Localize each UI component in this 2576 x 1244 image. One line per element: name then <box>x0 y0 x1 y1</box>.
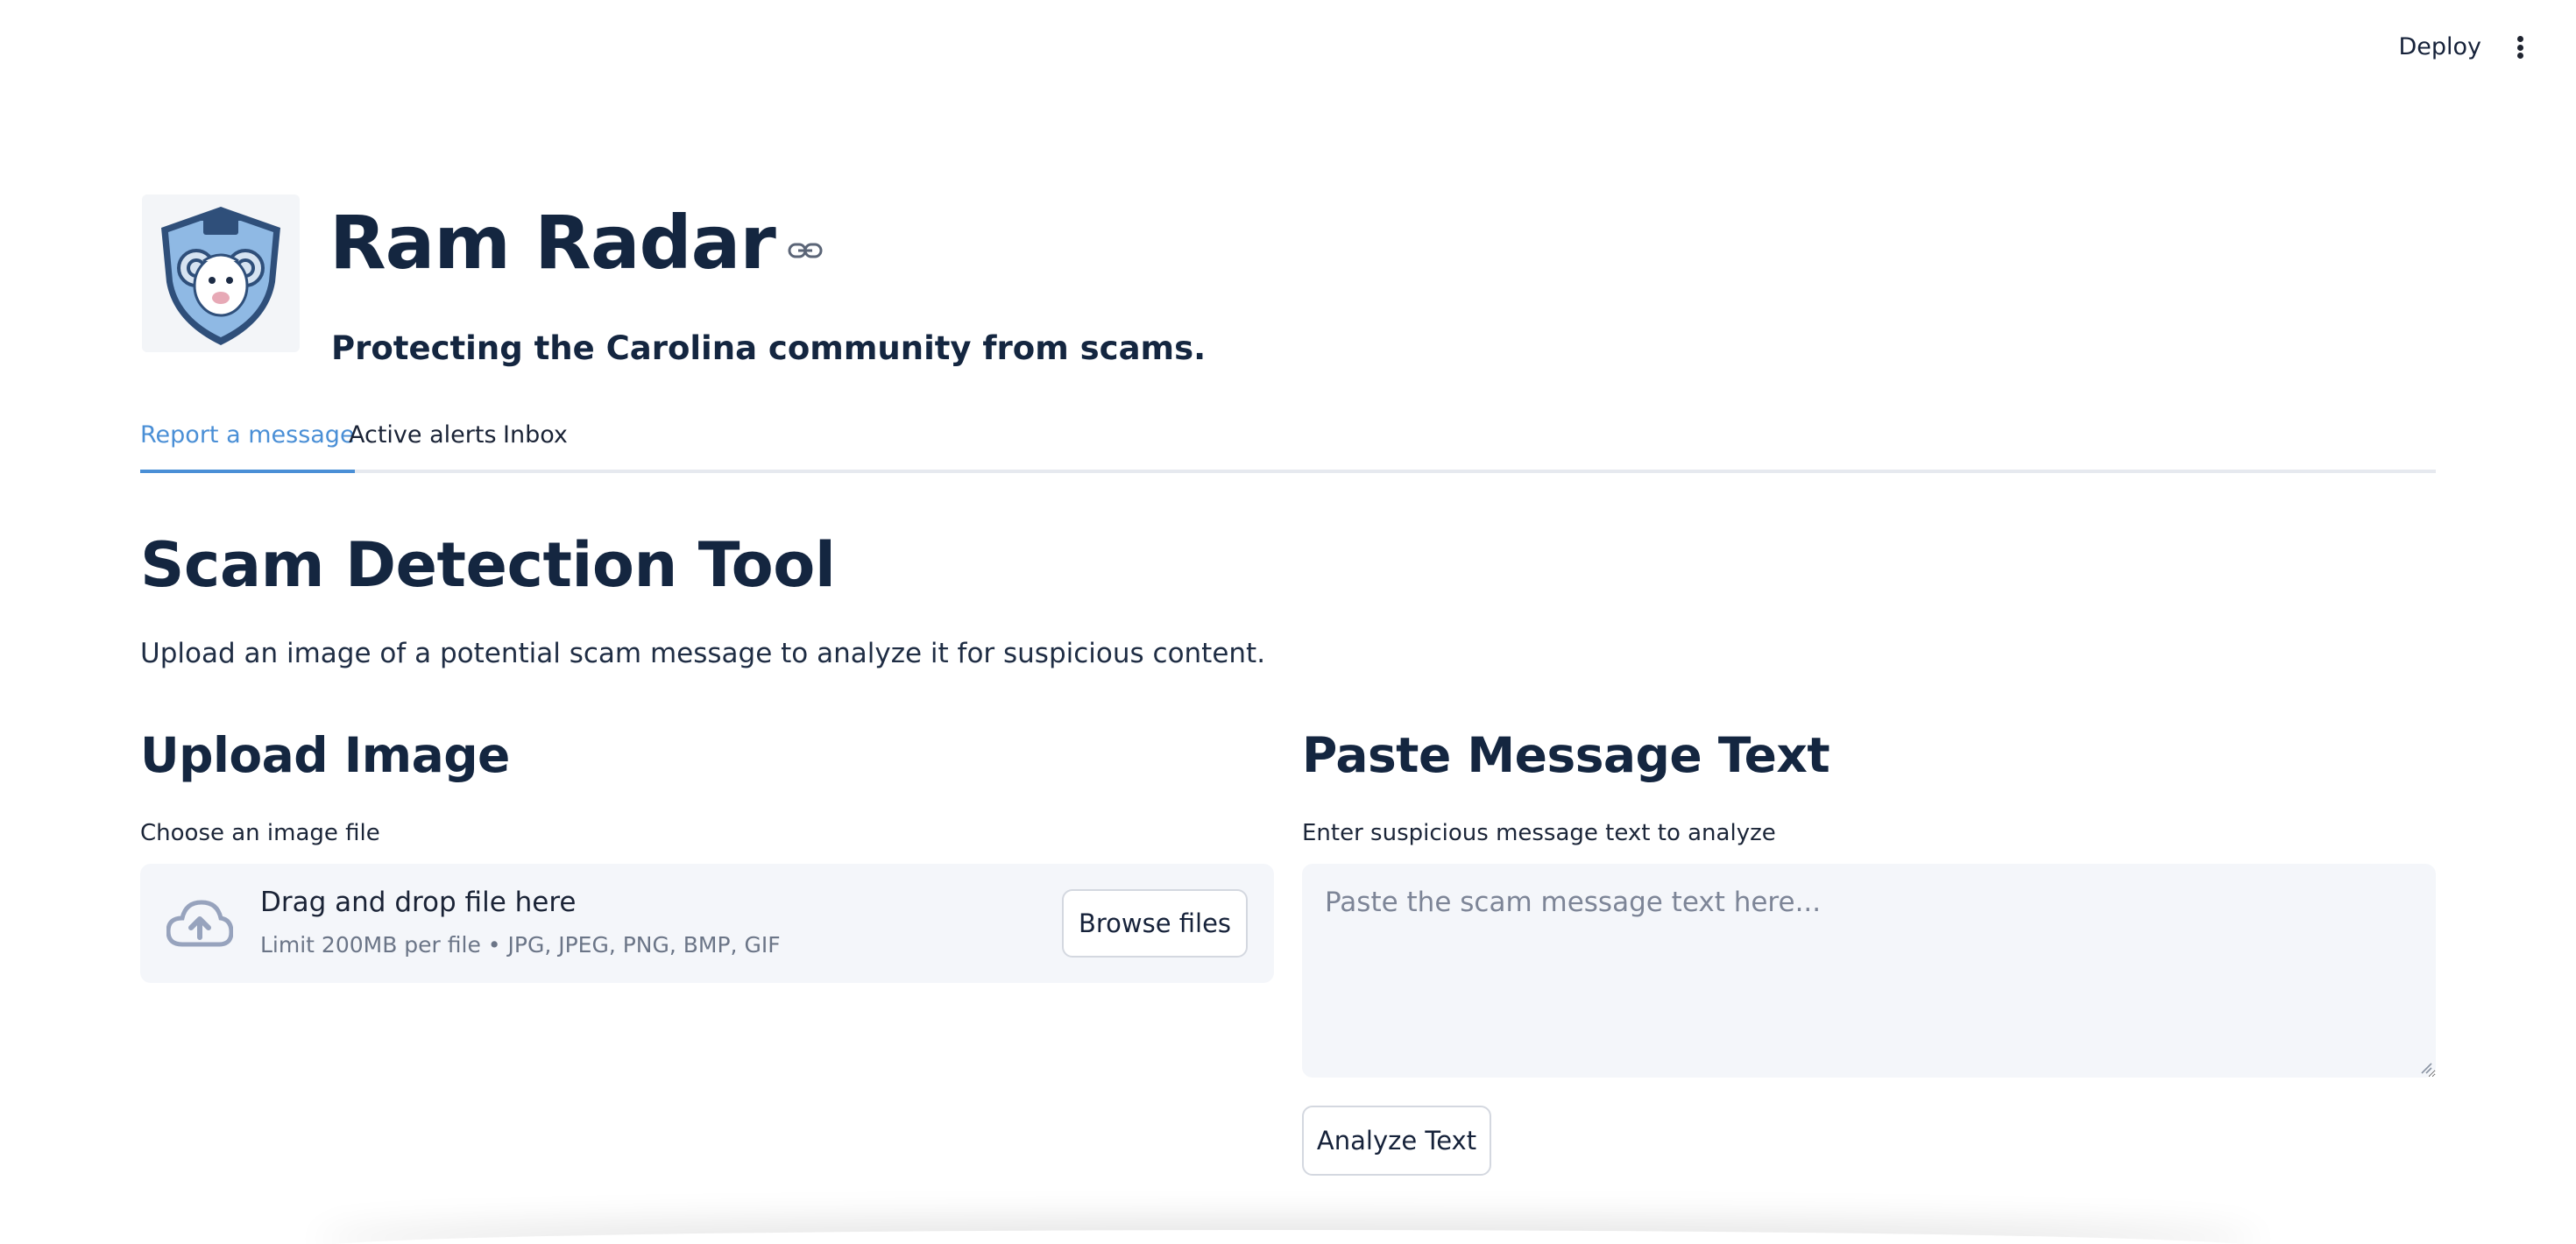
intro-text: Upload an image of a potential scam mess… <box>140 638 1266 669</box>
page-title: Scam Detection Tool <box>140 529 836 601</box>
ram-shield-logo <box>142 194 300 352</box>
dropzone-limit-text: Limit 200MB per file • JPG, JPEG, PNG, B… <box>260 932 781 958</box>
paste-heading: Paste Message Text <box>1302 727 1830 783</box>
paste-label: Enter suspicious message text to analyze <box>1302 820 1776 846</box>
resize-grip-icon[interactable] <box>2420 1062 2432 1074</box>
bottom-shadow <box>315 1230 2261 1244</box>
tab-inbox[interactable]: Inbox <box>503 419 568 473</box>
tab-bar: Report a message Active alerts Inbox <box>140 419 2436 473</box>
app-root: Deploy Ram Radar Protecting the Carolina… <box>0 0 2576 1244</box>
tab-active-alerts[interactable]: Active alerts <box>349 419 497 473</box>
dropzone-instructions: Drag and drop file here <box>260 887 577 918</box>
top-toolbar: Deploy <box>0 0 2576 96</box>
kebab-menu-icon[interactable] <box>2509 32 2530 63</box>
browse-files-button[interactable]: Browse files <box>1062 889 1248 958</box>
tagline: Protecting the Carolina community from s… <box>331 329 1207 367</box>
upload-heading: Upload Image <box>140 727 510 783</box>
title-row: Ram Radar <box>329 200 823 286</box>
file-dropzone[interactable]: Drag and drop file here Limit 200MB per … <box>140 864 1274 983</box>
cloud-upload-icon <box>166 900 233 947</box>
upload-label: Choose an image file <box>140 820 380 846</box>
message-text-input[interactable] <box>1302 864 2436 1078</box>
tab-report-a-message[interactable]: Report a message <box>140 419 355 473</box>
analyze-text-button[interactable]: Analyze Text <box>1302 1106 1491 1176</box>
deploy-button[interactable]: Deploy <box>2389 30 2490 64</box>
app-title: Ram Radar <box>329 200 776 286</box>
link-icon[interactable] <box>788 240 823 261</box>
